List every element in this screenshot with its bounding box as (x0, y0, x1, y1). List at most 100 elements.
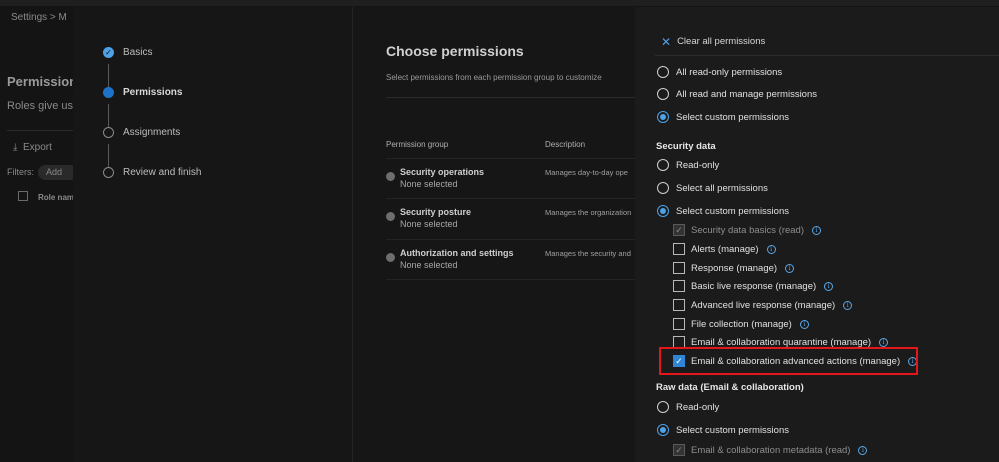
radio-all-read-only[interactable]: All read-only permissions (657, 66, 782, 78)
radio-label: Read-only (676, 401, 720, 413)
step-assignments[interactable]: Assignments (103, 127, 180, 138)
group-description: Manages the organization (545, 208, 632, 217)
group-description: Manages day-to-day ope (545, 168, 628, 177)
divider (655, 55, 999, 56)
step-label: Permissions (123, 87, 183, 98)
info-icon[interactable]: i (785, 263, 795, 273)
table-divider (386, 158, 635, 159)
radio-circle (657, 159, 669, 171)
checkbox-basic-live-response[interactable]: Basic live response (manage) i (673, 280, 834, 292)
page-title: Permission (7, 74, 78, 89)
step-review-and-finish[interactable]: Review and finish (103, 167, 201, 178)
permissions-content: Choose permissions Select permissions fr… (354, 7, 635, 462)
checkbox-box (673, 262, 685, 274)
current-step-icon (103, 87, 114, 98)
checkbox-security-data-basics[interactable]: ✓ Security data basics (read) i (673, 224, 821, 236)
step-label: Assignments (123, 127, 181, 138)
divider (7, 130, 73, 131)
role-name-column-header[interactable]: Role nam (38, 193, 74, 202)
close-icon: ✕ (661, 34, 672, 49)
checkbox-label: Alerts (manage) (691, 243, 759, 255)
radio-circle (657, 182, 669, 194)
radio-label: All read-only permissions (676, 66, 783, 78)
group-selection-status: None selected (400, 219, 458, 229)
group-selection-status: None selected (400, 179, 458, 189)
description-column-header: Description (545, 140, 586, 149)
info-icon[interactable]: i (799, 319, 809, 329)
checkbox-email-collab-metadata[interactable]: ✓ Email & collaboration metadata (read) … (673, 444, 868, 456)
checkbox-label: Advanced live response (manage) (691, 299, 836, 311)
radio-label: Select custom permissions (676, 424, 789, 436)
download-icon: ⤓ (13, 142, 18, 153)
info-icon[interactable]: i (843, 300, 853, 310)
checkbox-box: ✓ (673, 224, 685, 236)
group-selection-status: None selected (400, 260, 458, 270)
group-description: Manages the security and (545, 249, 631, 258)
security-data-heading: Security data (656, 141, 716, 152)
info-icon[interactable]: i (812, 225, 821, 235)
group-name: Authorization and settings (400, 248, 514, 258)
info-icon[interactable]: i (858, 445, 868, 455)
radio-security-select-custom[interactable]: Select custom permissions (657, 205, 789, 217)
section-title: Choose permissions (386, 43, 524, 59)
radio-circle (657, 401, 669, 413)
breadcrumb: Settings > M (11, 12, 67, 23)
filters-label: Filters: (7, 167, 34, 177)
checkbox-alerts[interactable]: Alerts (manage) i (673, 243, 776, 255)
export-label: Export (22, 142, 52, 153)
checkbox-label: Email & collaboration metadata (read) (691, 444, 851, 456)
radio-label: Select custom permissions (676, 111, 789, 123)
clear-all-permissions-button[interactable]: ✕ Clear all permissions (661, 34, 766, 49)
radio-label: Select custom permissions (676, 205, 789, 217)
radio-security-read-only[interactable]: Read-only (657, 159, 719, 171)
highlight-box (659, 347, 918, 375)
checkbox-file-collection[interactable]: File collection (manage) i (673, 318, 809, 330)
pending-step-icon (103, 127, 114, 138)
page-subtitle: Roles give use (7, 100, 80, 112)
table-divider (386, 239, 635, 240)
checkbox-box (673, 299, 685, 311)
checkbox-response[interactable]: Response (manage) i (673, 262, 795, 274)
radio-circle-selected (657, 111, 669, 123)
radio-raw-select-custom[interactable]: Select custom permissions (657, 424, 789, 436)
radio-security-select-all[interactable]: Select all permissions (657, 182, 768, 194)
radio-label: All read and manage permissions (676, 88, 817, 100)
raw-data-heading: Raw data (Email & collaboration) (656, 382, 804, 393)
checkbox-label: Email & collaboration quarantine (manage… (691, 336, 872, 348)
group-name: Security operations (400, 167, 485, 177)
pending-step-icon (103, 167, 114, 178)
permissions-flyout: ✕ Clear all permissions All read-only pe… (635, 7, 999, 462)
status-circle-icon (386, 212, 395, 221)
add-filter-label: Add (46, 167, 63, 177)
clear-all-label: Clear all permissions (677, 36, 766, 47)
radio-label: Select all permissions (676, 182, 768, 194)
status-circle-icon (386, 172, 395, 181)
step-permissions[interactable]: Permissions (103, 87, 182, 98)
checkbox-box: ✓ (673, 444, 685, 456)
radio-circle (657, 66, 669, 78)
checkbox-box (673, 280, 685, 292)
info-icon[interactable]: i (879, 337, 889, 347)
radio-all-read-and-manage[interactable]: All read and manage permissions (657, 88, 817, 100)
checkbox-label: Basic live response (manage) (691, 280, 817, 292)
permission-group-column-header: Permission group (386, 140, 449, 149)
step-label: Basics (123, 47, 153, 58)
export-button[interactable]: ⤓ Export (13, 142, 52, 153)
group-name: Security posture (400, 207, 472, 217)
select-all-checkbox[interactable] (18, 191, 28, 201)
step-label: Review and finish (123, 167, 202, 178)
top-bar (0, 0, 999, 6)
info-icon[interactable]: i (824, 281, 834, 291)
divider (386, 97, 635, 98)
step-basics[interactable]: ✓ Basics (103, 47, 152, 58)
add-filter-chip[interactable]: Add (38, 165, 78, 180)
checkbox-advanced-live-response[interactable]: Advanced live response (manage) i (673, 299, 853, 311)
radio-raw-read-only[interactable]: Read-only (657, 401, 719, 413)
info-icon[interactable]: i (766, 244, 776, 254)
checkbox-label: File collection (manage) (691, 318, 792, 330)
checkbox-box (673, 243, 685, 255)
radio-circle-selected (657, 205, 669, 217)
table-divider (386, 279, 635, 280)
wizard-steps: ✓ Basics Permissions Assignments Review … (73, 7, 353, 462)
radio-select-custom-permissions[interactable]: Select custom permissions (657, 111, 789, 123)
